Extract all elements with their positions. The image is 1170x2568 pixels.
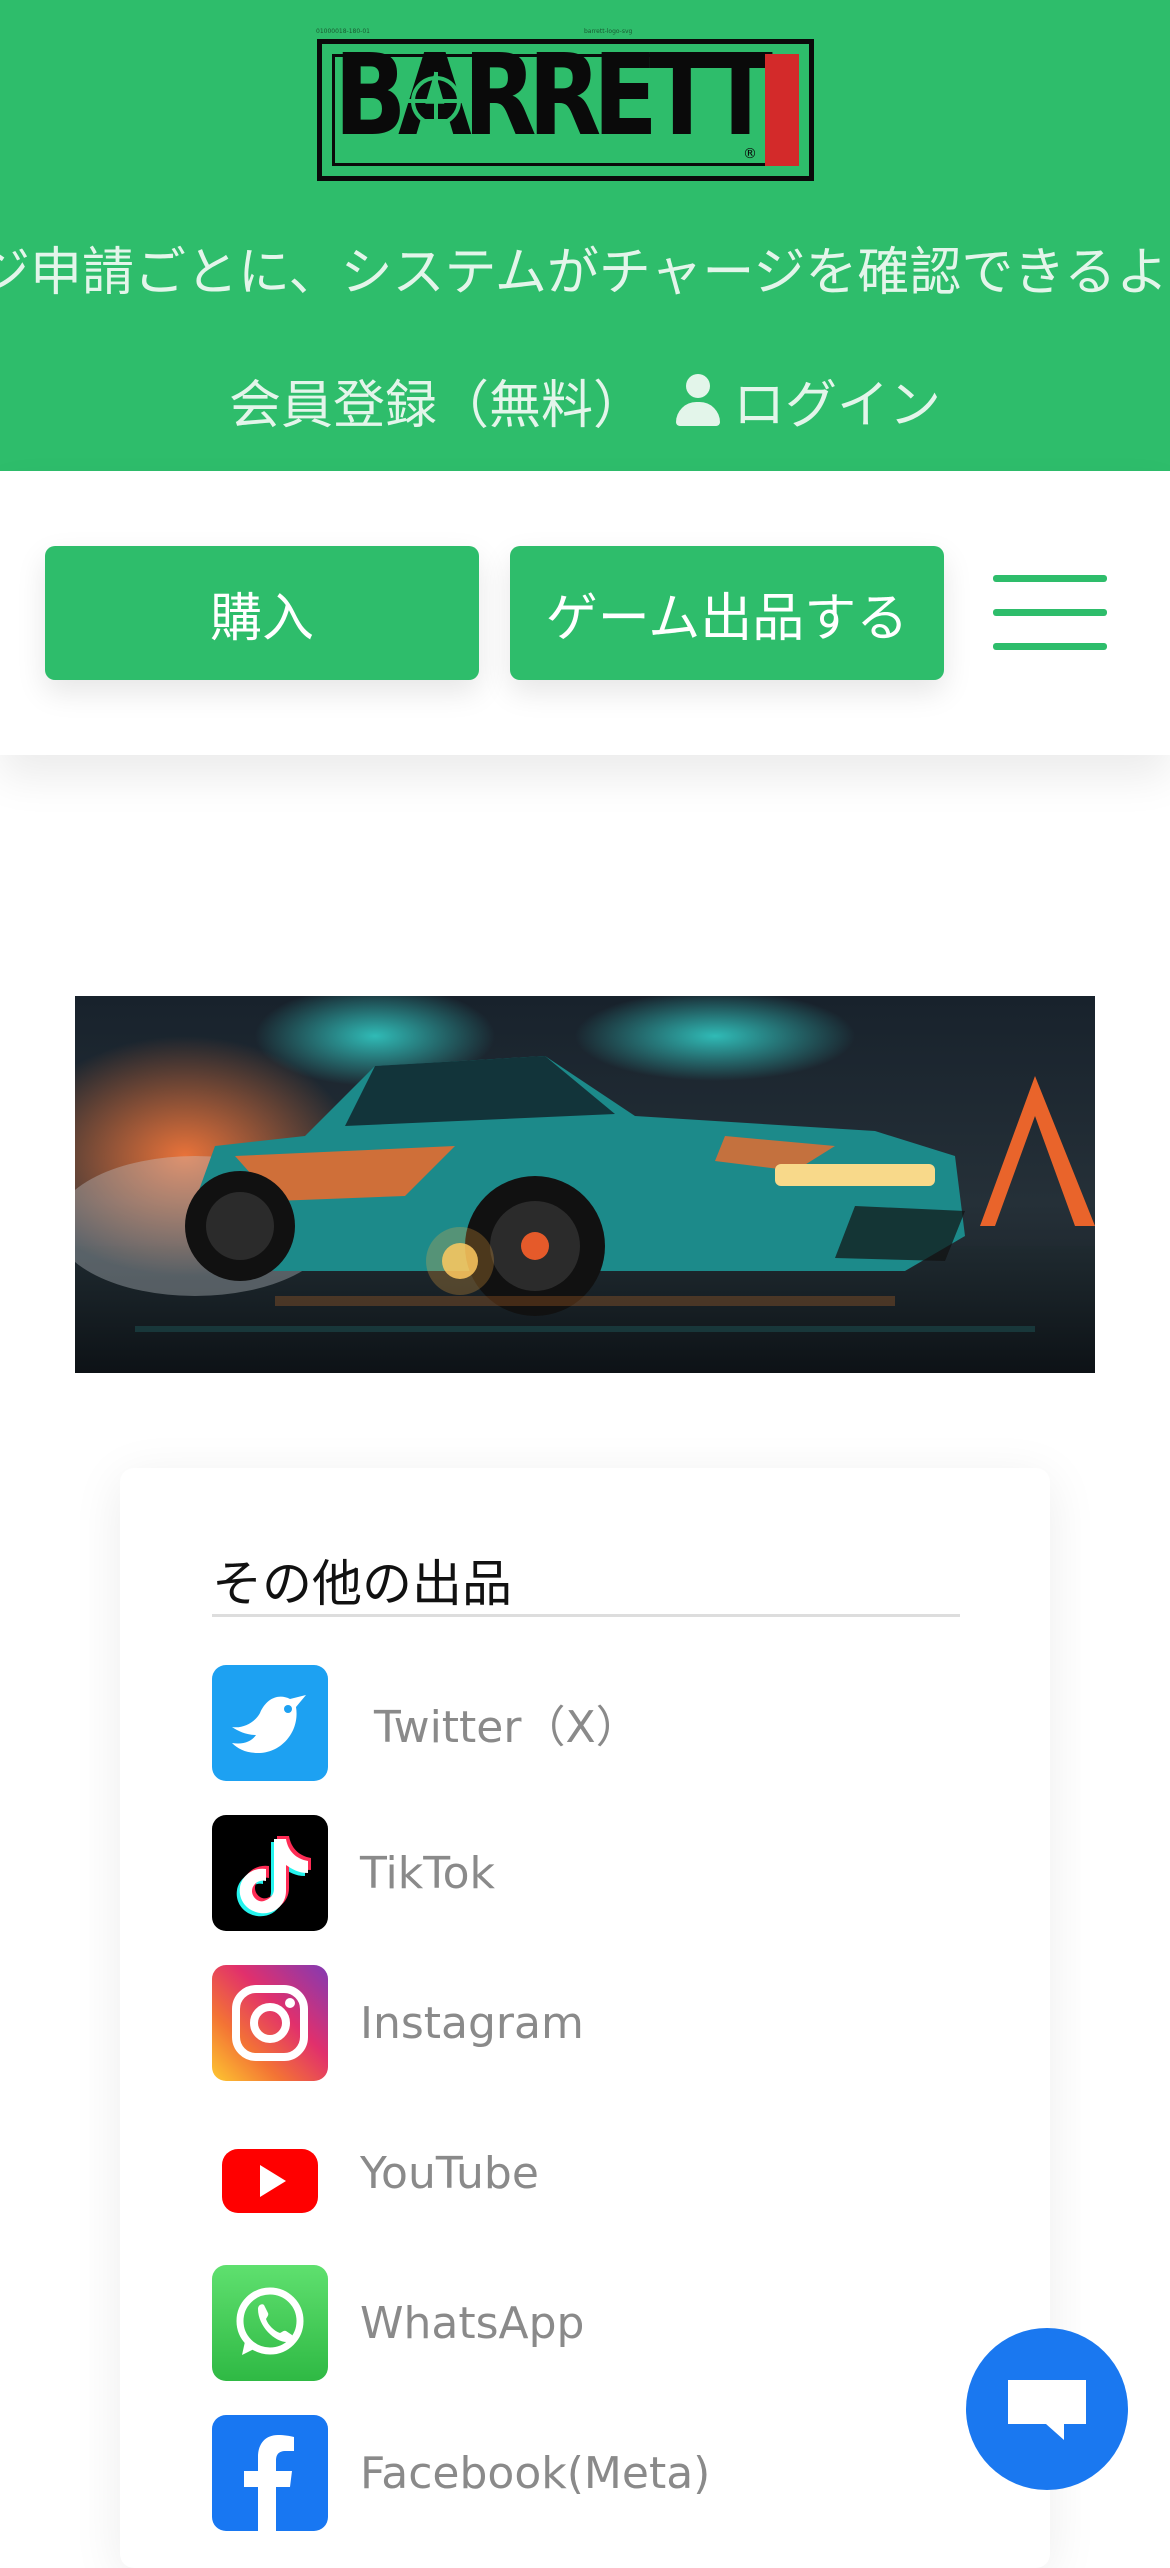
title-divider: [212, 1614, 960, 1617]
listing-instagram-label: Instagram: [360, 1997, 584, 2049]
listing-instagram[interactable]: Instagram: [212, 1964, 960, 2082]
listing-facebook-label: Facebook(Meta): [360, 2447, 711, 2499]
hero-banner-image: [75, 996, 1095, 1373]
register-label: 会員登録（無料）: [228, 375, 645, 436]
site-header: 01000018-180-01 barrett-logo-svg BARRETT…: [0, 0, 1170, 471]
listing-whatsapp[interactable]: WhatsApp: [212, 2264, 960, 2382]
youtube-icon: [212, 2115, 328, 2231]
hamburger-menu-icon[interactable]: [993, 575, 1107, 651]
logo-red-bar: [765, 54, 799, 166]
login-label: ログイン: [733, 375, 942, 436]
login-link[interactable]: ログイン: [673, 363, 941, 438]
registered-mark: ®: [743, 146, 757, 162]
other-listings-title: その他の出品: [212, 1555, 512, 1613]
chat-bubble-icon: [1008, 2380, 1086, 2440]
listing-twitter[interactable]: Twitter（X）: [212, 1664, 960, 1782]
whatsapp-icon: [212, 2265, 328, 2381]
other-listings-card: その他の出品 Twitter（X） TikTok Instagram YouTu…: [120, 1468, 1050, 2568]
listing-twitter-label: Twitter（X）: [374, 1702, 640, 1753]
listing-tiktok[interactable]: TikTok: [212, 1814, 960, 1932]
marquee-text: ジ申請ごとに、システムがチャージを確認できるよ: [0, 243, 1169, 303]
facebook-icon: [212, 2415, 328, 2531]
auth-links: 会員登録（無料） ログイン: [0, 360, 1170, 440]
instagram-icon: [212, 1965, 328, 2081]
listing-facebook[interactable]: Facebook(Meta): [212, 2414, 960, 2532]
chat-button[interactable]: [966, 2328, 1128, 2490]
listing-youtube[interactable]: YouTube: [212, 2114, 960, 2232]
brand-logo-text: BARRETT: [334, 31, 773, 161]
brand-logo[interactable]: BARRETT ®: [317, 31, 814, 181]
buy-button[interactable]: 購入: [45, 546, 479, 680]
listing-youtube-label: YouTube: [360, 2147, 539, 2199]
tiktok-icon: [212, 1815, 328, 1931]
twitter-bird-icon: [212, 1665, 328, 1781]
user-icon: [673, 372, 723, 428]
action-toolbar: 購入 ゲーム出品する: [0, 471, 1170, 755]
sell-game-button[interactable]: ゲーム出品する: [510, 546, 944, 680]
register-link[interactable]: 会員登録（無料）: [229, 363, 645, 438]
listing-tiktok-label: TikTok: [360, 1847, 496, 1899]
announcement-marquee: ジ申請ごとに、システムがチャージを確認できるよ: [0, 238, 1170, 308]
listing-whatsapp-label: WhatsApp: [360, 2297, 585, 2349]
crosshair-icon: [407, 72, 465, 130]
